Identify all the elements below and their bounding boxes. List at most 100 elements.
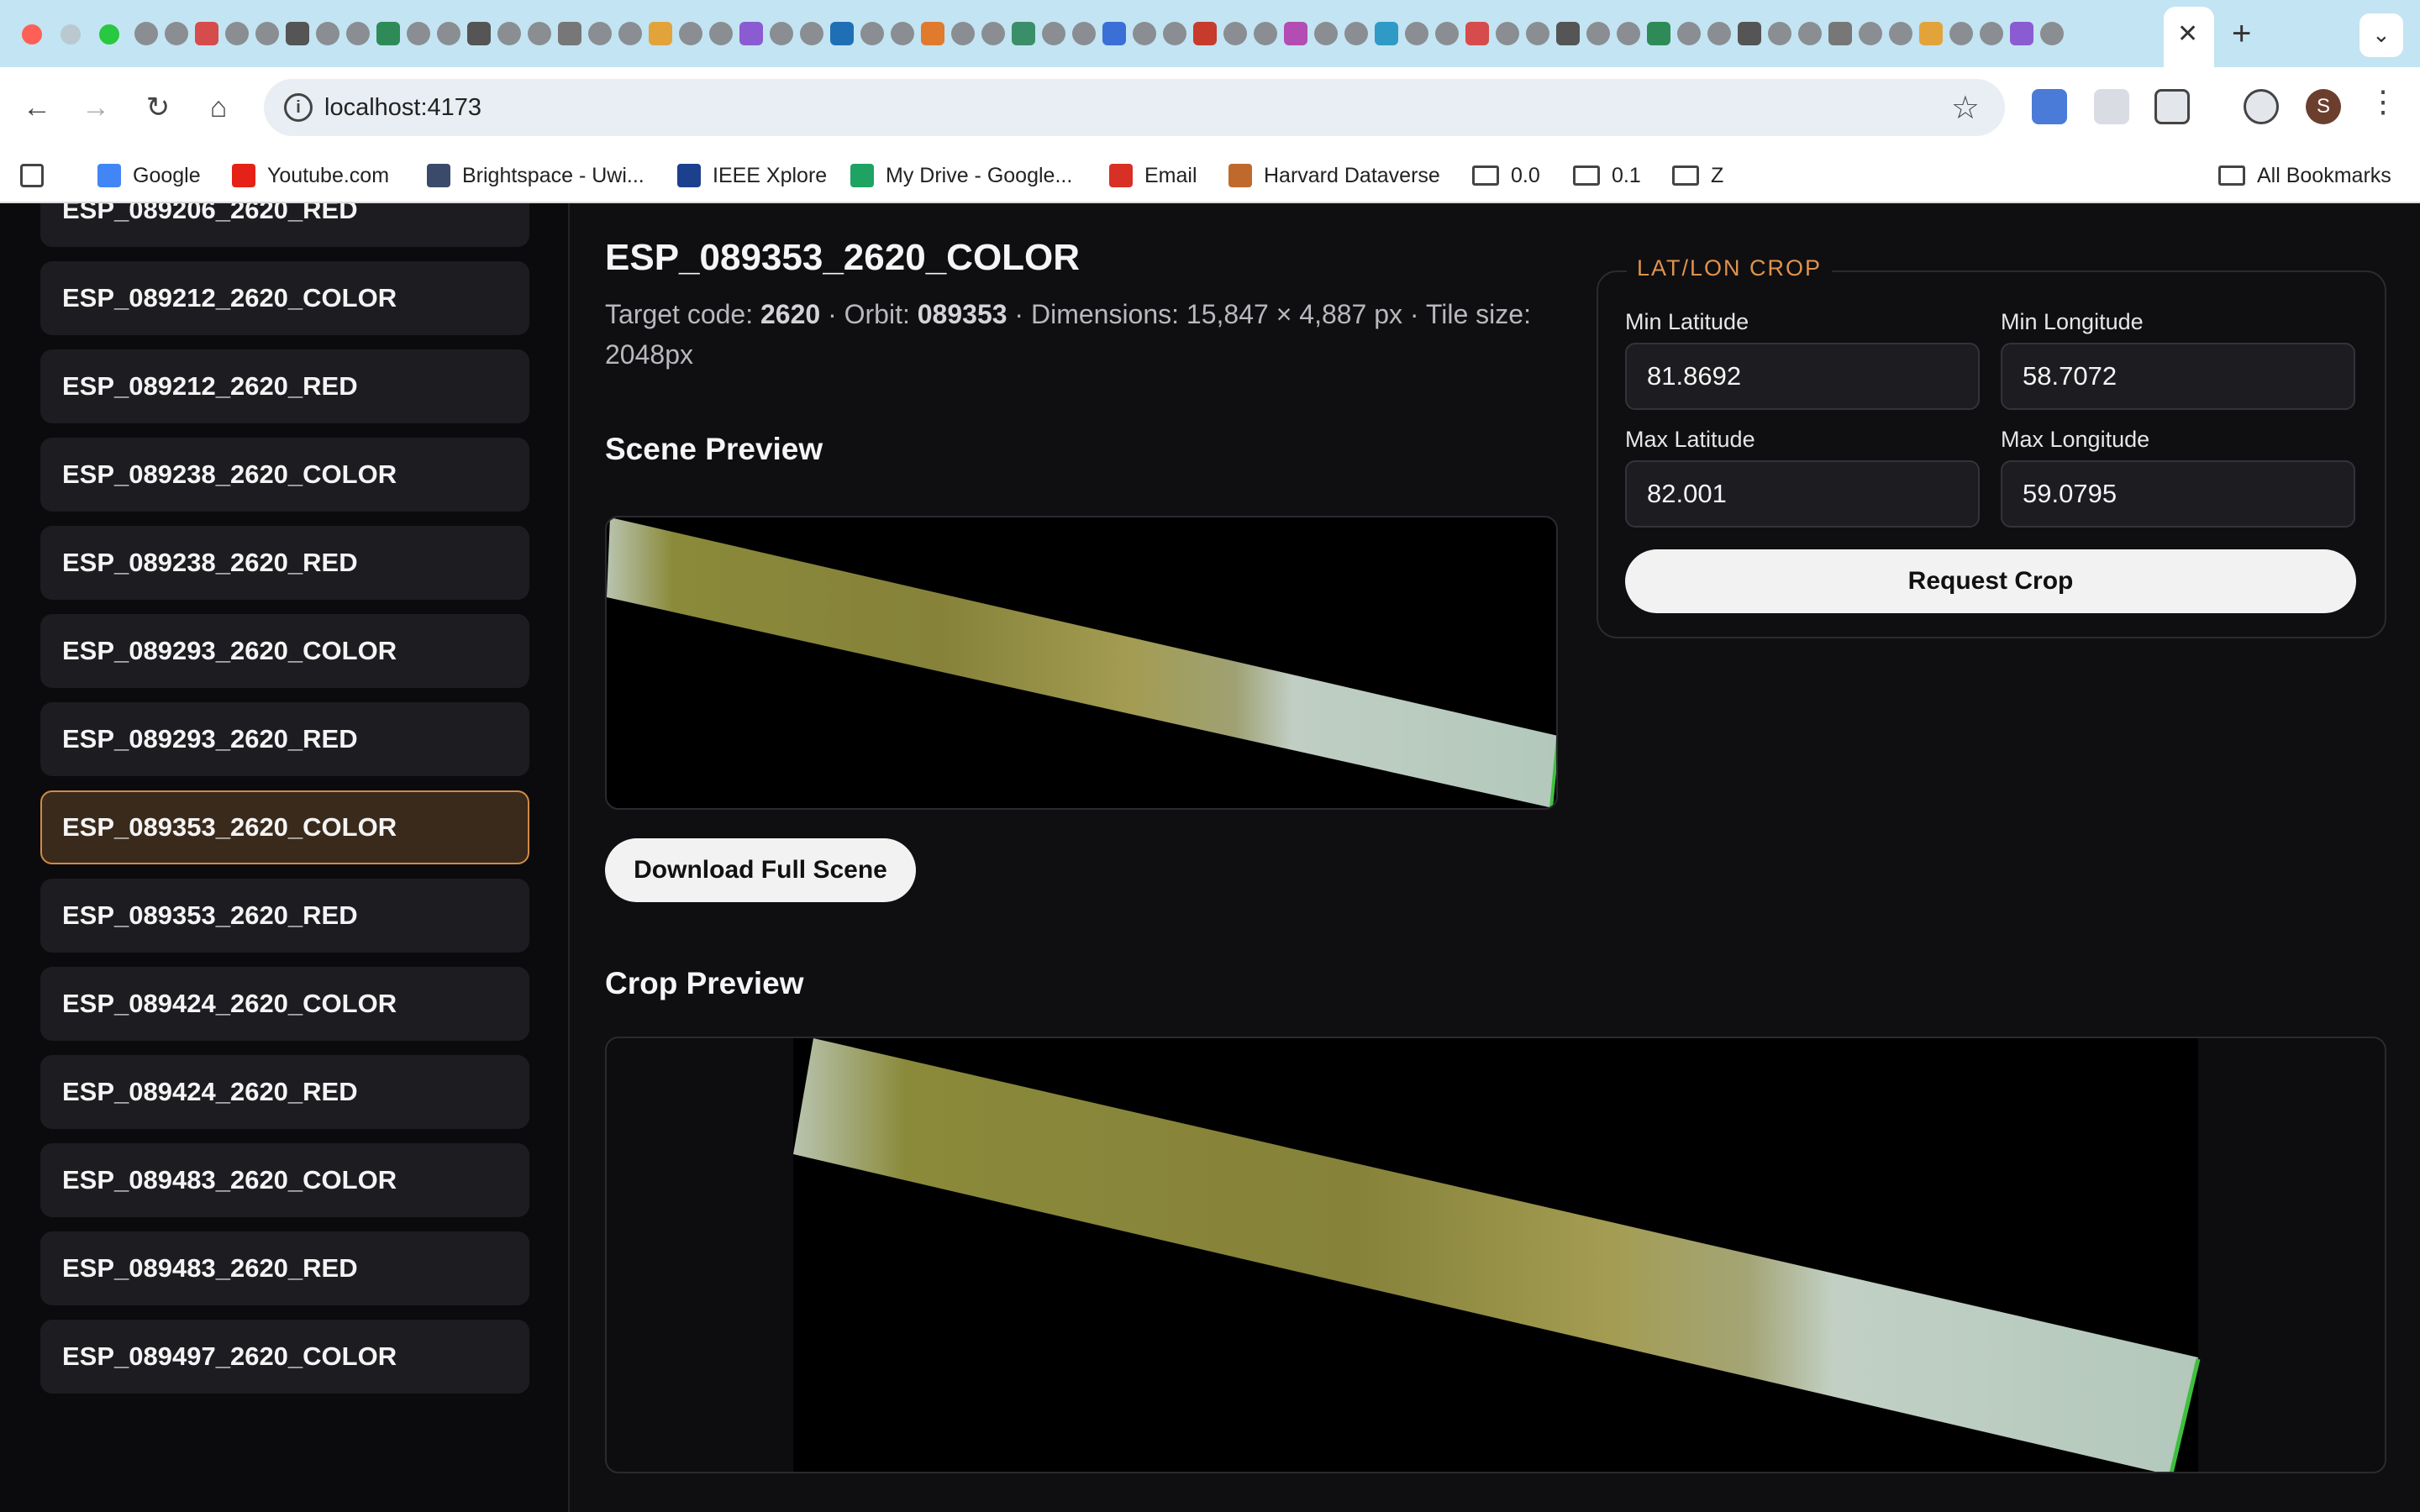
all-bookmarks[interactable]: All Bookmarks: [2218, 161, 2391, 190]
max-longitude-input[interactable]: [2001, 460, 2355, 528]
pinned-tab-favicon-icon[interactable]: [1526, 22, 1549, 45]
reload-icon[interactable]: ↻: [138, 87, 178, 128]
pinned-tab-favicon-icon[interactable]: [1949, 22, 1973, 45]
bookmark-google[interactable]: Google: [97, 161, 201, 190]
pinned-tab-favicon-icon[interactable]: [800, 22, 823, 45]
close-window-icon[interactable]: [22, 24, 42, 45]
pinned-tab-favicon-icon[interactable]: [1375, 22, 1398, 45]
pinned-tab-favicon-icon[interactable]: [1405, 22, 1428, 45]
pinned-tab-favicon-icon[interactable]: [1738, 22, 1761, 45]
pinned-tab-favicon-icon[interactable]: [1647, 22, 1670, 45]
pinned-tab-favicon-icon[interactable]: [195, 22, 218, 45]
close-tab-icon[interactable]: ✕: [2177, 22, 2198, 47]
pinned-tab-favicon-icon[interactable]: [1859, 22, 1882, 45]
scene-item-esp-089293-2620-color[interactable]: ESP_089293_2620_COLOR: [40, 614, 529, 688]
scene-item-esp-089212-2620-red[interactable]: ESP_089212_2620_RED: [40, 349, 529, 423]
bookmark-youtube-com[interactable]: Youtube.com: [232, 161, 389, 190]
pinned-tab-favicon-icon[interactable]: [558, 22, 581, 45]
pinned-tab-favicon-icon[interactable]: [407, 22, 430, 45]
pinned-tab-favicon-icon[interactable]: [709, 22, 733, 45]
pinned-tab-favicon-icon[interactable]: [1556, 22, 1580, 45]
pinned-tab-favicon-icon[interactable]: [1919, 22, 1943, 45]
pinned-tab-favicon-icon[interactable]: [346, 22, 370, 45]
pinned-tab-favicon-icon[interactable]: [1828, 22, 1852, 45]
min-latitude-input[interactable]: [1625, 343, 1980, 410]
pinned-tab-favicon-icon[interactable]: [921, 22, 944, 45]
bookmark-brightspace-uwi[interactable]: Brightspace - Uwi...: [427, 161, 644, 190]
pinned-tab-favicon-icon[interactable]: [1798, 22, 1822, 45]
site-info-icon[interactable]: i: [284, 93, 313, 122]
apps-grid-icon[interactable]: [20, 161, 55, 190]
pinned-tab-favicon-icon[interactable]: [165, 22, 188, 45]
pinned-tab-favicon-icon[interactable]: [2010, 22, 2033, 45]
pinned-tab-favicon-icon[interactable]: [528, 22, 551, 45]
scene-item-esp-089424-2620-color[interactable]: ESP_089424_2620_COLOR: [40, 967, 529, 1041]
translate-extension-icon[interactable]: [2032, 89, 2067, 124]
scene-item-esp-089212-2620-color[interactable]: ESP_089212_2620_COLOR: [40, 261, 529, 335]
scene-item-esp-089353-2620-red[interactable]: ESP_089353_2620_RED: [40, 879, 529, 953]
pinned-tab-favicon-icon[interactable]: [1435, 22, 1459, 45]
pinned-tab-favicon-icon[interactable]: [891, 22, 914, 45]
address-bar[interactable]: i localhost:4173 ☆: [264, 79, 2005, 136]
scene-item-esp-089353-2620-color[interactable]: ESP_089353_2620_COLOR: [40, 790, 529, 864]
pinned-tab-favicon-icon[interactable]: [618, 22, 642, 45]
bookmark-harvard-dataverse[interactable]: Harvard Dataverse: [1228, 161, 1440, 190]
pinned-tab-favicon-icon[interactable]: [679, 22, 702, 45]
scene-item-esp-089483-2620-color[interactable]: ESP_089483_2620_COLOR: [40, 1143, 529, 1217]
pinned-tab-favicon-icon[interactable]: [1133, 22, 1156, 45]
pinned-tab-favicon-icon[interactable]: [1314, 22, 1338, 45]
pinned-tab-favicon-icon[interactable]: [1980, 22, 2003, 45]
bookmark-z[interactable]: Z: [1672, 161, 1723, 190]
pinned-tab-favicon-icon[interactable]: [860, 22, 884, 45]
download-full-scene-button[interactable]: Download Full Scene: [605, 838, 916, 902]
pinned-tab-favicon-icon[interactable]: [588, 22, 612, 45]
back-icon[interactable]: ←: [17, 87, 57, 128]
pinned-tab-favicon-icon[interactable]: [649, 22, 672, 45]
pinned-tab-favicon-icon[interactable]: [316, 22, 339, 45]
bookmark-my-drive-google[interactable]: My Drive - Google...: [850, 161, 1072, 190]
pinned-tab-favicon-icon[interactable]: [1042, 22, 1065, 45]
scene-item-esp-089483-2620-red[interactable]: ESP_089483_2620_RED: [40, 1231, 529, 1305]
pinned-tab-favicon-icon[interactable]: [1072, 22, 1096, 45]
pinned-tab-favicon-icon[interactable]: [1617, 22, 1640, 45]
pinned-tab-favicon-icon[interactable]: [1707, 22, 1731, 45]
pinned-tab-favicon-icon[interactable]: [437, 22, 460, 45]
extensions-puzzle-icon[interactable]: [2154, 89, 2190, 124]
scene-item-esp-089424-2620-red[interactable]: ESP_089424_2620_RED: [40, 1055, 529, 1129]
feather-extension-icon[interactable]: [2094, 89, 2129, 124]
pinned-tab-favicon-icon[interactable]: [134, 22, 158, 45]
pinned-tab-favicon-icon[interactable]: [981, 22, 1005, 45]
bookmark-email[interactable]: Email: [1109, 161, 1197, 190]
new-tab-icon[interactable]: +: [2232, 17, 2251, 50]
pinned-tab-favicon-icon[interactable]: [1012, 22, 1035, 45]
pinned-tab-favicon-icon[interactable]: [1254, 22, 1277, 45]
tab-search-button[interactable]: ⌄: [2360, 13, 2403, 57]
pinned-tab-favicon-icon[interactable]: [1586, 22, 1610, 45]
pinned-tab-favicon-icon[interactable]: [951, 22, 975, 45]
pinned-tab-favicon-icon[interactable]: [1102, 22, 1126, 45]
pinned-tab-favicon-icon[interactable]: [770, 22, 793, 45]
pinned-tab-favicon-icon[interactable]: [1344, 22, 1368, 45]
maximize-window-icon[interactable]: [99, 24, 119, 45]
bookmark-0-0[interactable]: 0.0: [1472, 161, 1540, 190]
pinned-tab-favicon-icon[interactable]: [1768, 22, 1791, 45]
request-crop-button[interactable]: Request Crop: [1625, 549, 2356, 613]
scene-item-esp-089238-2620-color[interactable]: ESP_089238_2620_COLOR: [40, 438, 529, 512]
pinned-tab-favicon-icon[interactable]: [1163, 22, 1186, 45]
pinned-tab-favicon-icon[interactable]: [286, 22, 309, 45]
pinned-tab-favicon-icon[interactable]: [376, 22, 400, 45]
pinned-tab-favicon-icon[interactable]: [1889, 22, 1912, 45]
pinned-tab-favicon-icon[interactable]: [1284, 22, 1307, 45]
pinned-tab-favicon-icon[interactable]: [1496, 22, 1519, 45]
scene-item-esp-089206-2620-red[interactable]: ESP_089206_2620_RED: [40, 203, 529, 247]
pinned-tab-favicon-icon[interactable]: [830, 22, 854, 45]
max-latitude-input[interactable]: [1625, 460, 1980, 528]
pinned-tab-favicon-icon[interactable]: [497, 22, 521, 45]
pinned-tab-favicon-icon[interactable]: [2040, 22, 2064, 45]
pinned-tab-favicon-icon[interactable]: [1465, 22, 1489, 45]
bookmark-0-1[interactable]: 0.1: [1573, 161, 1641, 190]
pinned-tab-favicon-icon[interactable]: [467, 22, 491, 45]
pinned-tab-favicon-icon[interactable]: [255, 22, 279, 45]
pinned-tab-favicon-icon[interactable]: [1223, 22, 1247, 45]
scene-list-sidebar[interactable]: ESP_089206_2620_RED ESP_089212_2620_COLOR…: [0, 203, 570, 1512]
